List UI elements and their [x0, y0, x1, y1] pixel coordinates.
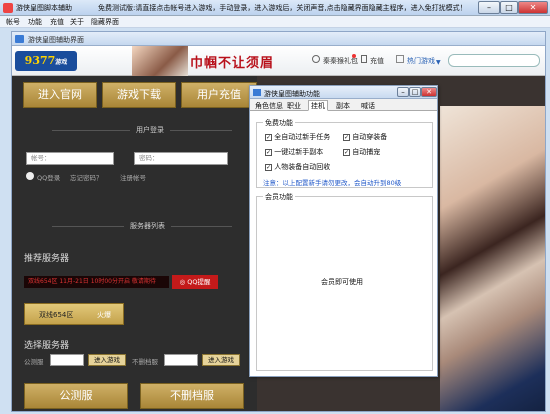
member-features-title: 会员功能 [263, 192, 295, 202]
test-server-label: 公测服 [24, 358, 44, 366]
banner-character-image [132, 46, 188, 76]
dialog-close-button[interactable]: ✕ [421, 87, 437, 97]
recharge-icon [361, 55, 367, 63]
official-site-button[interactable]: 进入官网 [23, 82, 97, 108]
enter-nodelete-server-button[interactable]: 进入游戏 [202, 354, 240, 366]
inner-app-icon [15, 35, 24, 43]
dialog-titlebar: 游侠皇图辅助功能 – □ ✕ [250, 86, 437, 99]
main-titlebar: 游侠皇图脚本辅助 免费测试版:请直接点击帐号进入游戏，手动登录，进入游戏后，关闭… [0, 0, 550, 16]
dialog-minimize-button[interactable]: – [397, 87, 409, 97]
tab-class[interactable]: 职业 [284, 100, 304, 111]
qq-login-link[interactable]: QQ登录 [37, 172, 60, 182]
tab-role-info[interactable]: 角色信息 [252, 100, 286, 111]
game-login-panel: 进入官网 游戏下载 用户充值 用户登录 帐号： 密码： QQ登录 忘记密码？ 注… [12, 76, 257, 411]
nodelete-server-big-button[interactable]: 不删档服 [140, 383, 244, 409]
test-server-input[interactable] [50, 354, 84, 366]
dialog-maximize-button[interactable]: □ [409, 87, 421, 97]
close-button[interactable]: ✕ [518, 1, 548, 14]
site-search-input[interactable] [448, 54, 540, 67]
menu-function[interactable]: 功能 [28, 17, 42, 27]
tab-chat[interactable]: 喊话 [358, 100, 378, 111]
character-artwork [440, 106, 545, 411]
server-section-title: 服务器列表 [124, 221, 171, 231]
member-only-text: 会员即可使用 [321, 278, 363, 286]
maximize-button[interactable]: □ [500, 1, 518, 14]
config-note: 注意：以上配置新手请勿更改，会自动升到80级 [263, 179, 402, 187]
enter-test-server-button[interactable]: 进入游戏 [88, 354, 126, 366]
qq-remind-button[interactable]: ◎ QQ提醒 [172, 275, 218, 289]
game-download-button[interactable]: 游戏下载 [102, 82, 176, 108]
window-title: 游侠皇图脚本辅助 [16, 4, 72, 12]
select-server-title: 选择服务器 [24, 341, 70, 351]
checkbox-checked-icon[interactable]: ✓ [265, 163, 272, 171]
top-banner: 9377游戏 巾帼不让须眉 秦秦猴礼包 充值 热门游戏 ▼ [12, 46, 545, 76]
checkbox-checked-icon[interactable]: ✓ [265, 148, 272, 156]
assist-dialog: 游侠皇图辅助功能 – □ ✕ 角色信息 职业 挂机 副本 喊话 免费功能 ✓ 全… [249, 85, 438, 377]
inner-titlebar: 游侠皇图辅助界面 [12, 32, 545, 46]
qq-icon [26, 172, 34, 180]
tab-auto-play[interactable]: 挂机 [308, 100, 328, 111]
app-icon [3, 3, 13, 13]
option-auto-catch-pet[interactable]: ✓ 自动捕宠 [343, 147, 380, 157]
member-features-group: 会员功能 会员即可使用 [256, 192, 433, 371]
chevron-down-icon: ▼ [436, 59, 441, 66]
minimize-button[interactable]: – [478, 1, 500, 14]
dialog-title: 游侠皇图辅助功能 [264, 90, 320, 98]
checkbox-checked-icon[interactable]: ✓ [265, 133, 272, 141]
option-auto-equip[interactable]: ✓ 自动穿装备 [343, 132, 387, 142]
menu-recharge[interactable]: 充值 [50, 17, 64, 27]
recharge-link[interactable]: 充值 [370, 56, 384, 66]
dialog-app-icon [253, 89, 261, 96]
free-features-group: 免费功能 ✓ 全自动过新手任务 ✓ 自动穿装备 ✓ 一键过新手副本 ✓ 自动捕宠… [256, 118, 433, 188]
recommend-announcement: 双线654区 11月-21日 10时00分开启 敬请期待 [24, 276, 169, 288]
notice-text: 免费测试版:请直接点击帐号进入游戏，手动登录，进入游戏后，关闭声音,点击隐藏界面… [98, 4, 467, 12]
recommended-server-button[interactable]: 双线654区 火爆 [24, 303, 124, 325]
recommended-server-name: 双线654区 [39, 311, 74, 319]
checkbox-checked-icon[interactable]: ✓ [343, 133, 350, 141]
free-features-title: 免费功能 [263, 118, 295, 128]
recommend-title: 推荐服务器 [24, 254, 70, 264]
recommended-server-status: 火爆 [97, 311, 111, 319]
test-server-big-button[interactable]: 公测服 [24, 383, 128, 409]
menu-bar: 帐号 功能 充值 关于 隐藏界面 [0, 16, 550, 28]
user-recharge-button[interactable]: 用户充值 [181, 82, 257, 108]
site-logo[interactable]: 9377游戏 [15, 51, 77, 71]
game-pad-icon [396, 55, 404, 63]
nodelete-server-label: 不删档服 [132, 358, 158, 366]
forgot-password-link[interactable]: 忘记密码？ [70, 172, 103, 182]
new-dot-icon [352, 54, 356, 58]
nodelete-server-input[interactable] [164, 354, 198, 366]
menu-account[interactable]: 帐号 [6, 17, 20, 27]
menu-about[interactable]: 关于 [70, 17, 84, 27]
menu-hide-ui[interactable]: 隐藏界面 [91, 17, 119, 27]
hot-games-link[interactable]: 热门游戏 [407, 56, 435, 66]
password-input[interactable]: 密码： [134, 152, 228, 165]
register-link[interactable]: 注册帐号 [120, 172, 146, 182]
dialog-tabs: 角色信息 职业 挂机 副本 喊话 [250, 99, 437, 111]
option-auto-novice-task[interactable]: ✓ 全自动过新手任务 [265, 132, 330, 142]
qq-remind-icon: ◎ [179, 278, 186, 286]
tab-dungeon[interactable]: 副本 [333, 100, 353, 111]
inner-title: 游侠皇图辅助界面 [28, 36, 84, 44]
option-novice-dungeon[interactable]: ✓ 一键过新手副本 [265, 147, 323, 157]
checkbox-checked-icon[interactable]: ✓ [343, 148, 350, 156]
login-section-title: 用户登录 [130, 125, 170, 135]
option-auto-recycle[interactable]: ✓ 人物装备自动回收 [265, 162, 330, 172]
banner-slogan: 巾帼不让须眉 [190, 56, 275, 71]
gift-icon [312, 55, 320, 63]
account-input[interactable]: 帐号： [26, 152, 114, 165]
